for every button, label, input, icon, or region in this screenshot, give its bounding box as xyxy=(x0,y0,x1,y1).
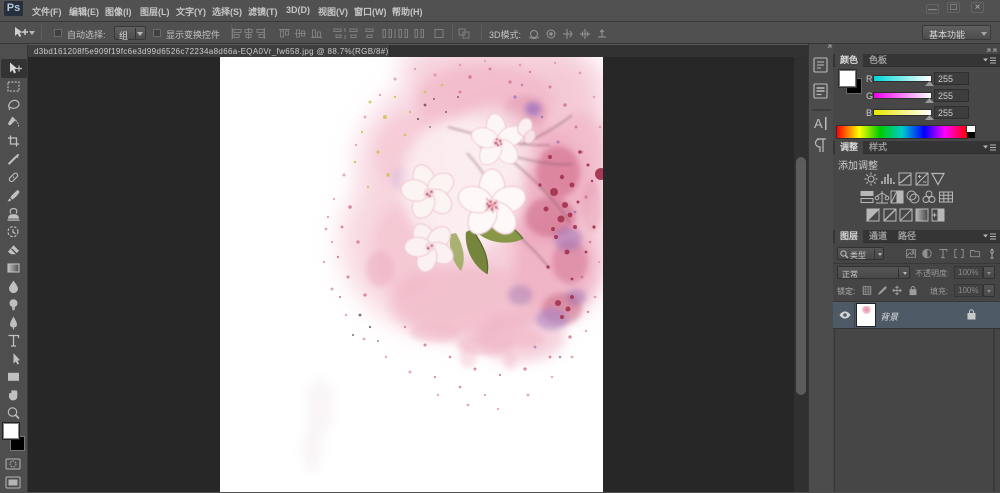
svg-text:A: A xyxy=(814,116,823,131)
